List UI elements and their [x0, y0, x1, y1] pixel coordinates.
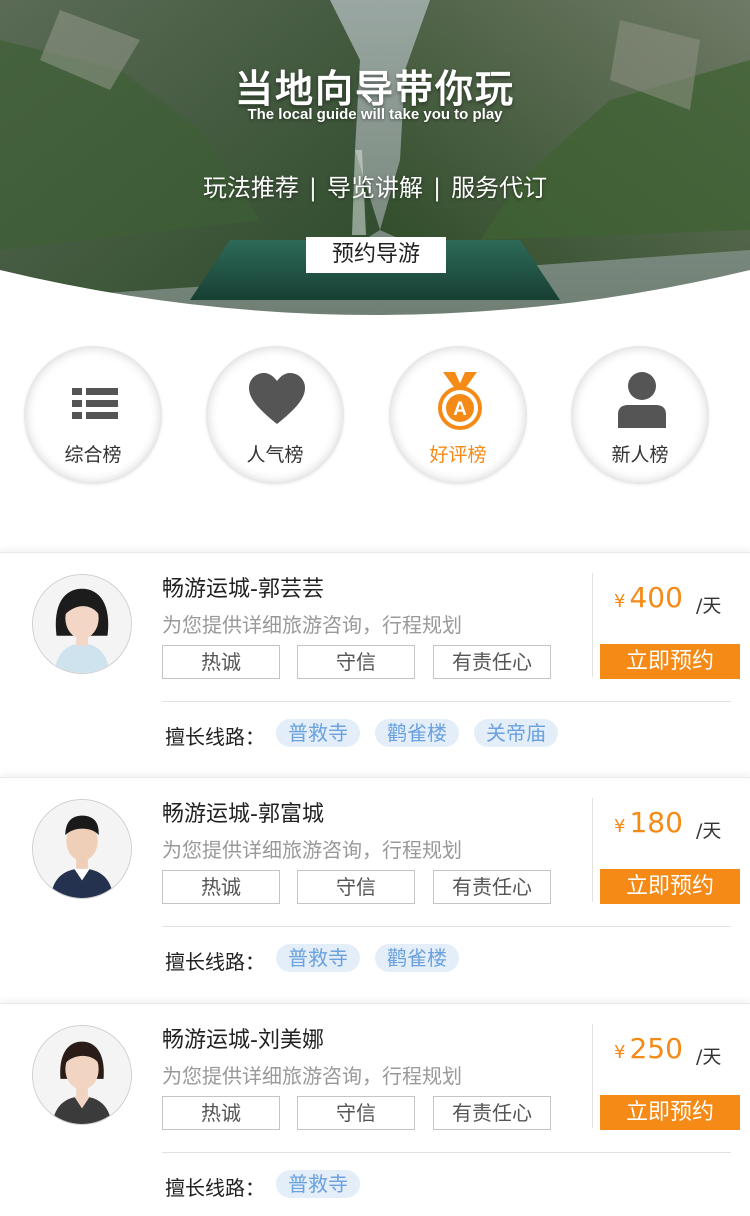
avatar [32, 574, 132, 674]
trait-tag: 守信 [297, 645, 415, 679]
feature-guide-explain: 导览讲解 [327, 174, 423, 202]
price-unit: /天 [696, 595, 722, 617]
routes-label: 擅长线路： [165, 1176, 265, 1200]
guide-name: 畅游运城-郭芸芸 [162, 577, 324, 602]
svg-text:A: A [453, 399, 467, 420]
horizontal-divider [162, 926, 731, 927]
route-tag[interactable]: 普救寺 [276, 1170, 360, 1198]
guide-description: 为您提供详细旅游咨询，行程规划 [162, 838, 462, 862]
rank-label: 新人榜 [611, 444, 669, 466]
trait-tag: 守信 [297, 1096, 415, 1130]
guide-card[interactable]: 畅游运城-刘美娜 为您提供详细旅游咨询，行程规划 热诚 守信 有责任心 ¥250… [0, 1003, 750, 1216]
rank-overall[interactable]: 综合榜 [24, 346, 162, 484]
trait-tag: 有责任心 [433, 645, 551, 679]
route-tag[interactable]: 普救寺 [276, 944, 360, 972]
trait-tag: 热诚 [162, 1096, 280, 1130]
list-icon [72, 388, 118, 419]
heart-icon [249, 373, 305, 424]
rank-label: 人气榜 [246, 444, 304, 466]
rank-label: 好评榜 [429, 444, 487, 466]
book-now-button[interactable]: 立即预约 [600, 644, 740, 679]
horizontal-divider [162, 701, 731, 702]
guide-card[interactable]: 畅游运城-郭芸芸 为您提供详细旅游咨询，行程规划 热诚 守信 有责任心 ¥400… [0, 552, 750, 766]
person-icon [618, 372, 666, 428]
price: ¥400 [614, 581, 683, 614]
feature-recommend: 玩法推荐 [202, 174, 299, 202]
currency-symbol: ¥ [614, 1042, 626, 1063]
hero-features: 玩法推荐 | 导览讲解 | 服务代订 [0, 168, 750, 203]
medal-icon: A [438, 372, 482, 430]
trait-tag: 守信 [297, 870, 415, 904]
price-amount: 250 [629, 1032, 683, 1065]
avatar [32, 799, 132, 899]
guide-name: 畅游运城-刘美娜 [162, 1028, 324, 1053]
feature-booking-service: 服务代订 [451, 174, 548, 202]
feature-separator: | [433, 174, 442, 202]
feature-separator: | [308, 174, 317, 202]
horizontal-divider [162, 1152, 731, 1153]
book-guide-button[interactable]: 预约导游 [306, 237, 446, 273]
rank-newcomer[interactable]: 新人榜 [571, 346, 709, 484]
guide-description: 为您提供详细旅游咨询，行程规划 [162, 613, 462, 637]
trait-tag: 有责任心 [433, 870, 551, 904]
currency-symbol: ¥ [614, 816, 626, 837]
book-now-button[interactable]: 立即预约 [600, 1095, 740, 1130]
guide-description: 为您提供详细旅游咨询，行程规划 [162, 1064, 462, 1088]
guide-photo [33, 800, 131, 898]
vertical-divider [592, 1024, 593, 1128]
price: ¥180 [614, 806, 683, 839]
guide-page: 当地向导带你玩 The local guide will take you to… [0, 0, 750, 1216]
trait-tag: 热诚 [162, 870, 280, 904]
ranking-tabs: 综合榜 人气榜 A 好评榜 新人榜 [0, 346, 750, 486]
avatar [32, 1025, 132, 1125]
rank-top-rated[interactable]: A 好评榜 [389, 346, 527, 484]
hero-title: 当地向导带你玩 [234, 67, 515, 111]
guide-photo [33, 575, 131, 673]
vertical-divider [592, 573, 593, 677]
book-now-button[interactable]: 立即预约 [600, 869, 740, 904]
route-tag[interactable]: 鹳雀楼 [375, 719, 459, 747]
currency-symbol: ¥ [614, 591, 626, 612]
hero-subtitle: The local guide will take you to play [247, 106, 503, 123]
route-tag[interactable]: 鹳雀楼 [375, 944, 459, 972]
price-amount: 400 [629, 581, 683, 614]
trait-tag: 热诚 [162, 645, 280, 679]
route-tag[interactable]: 普救寺 [276, 719, 360, 747]
routes-label: 擅长线路： [165, 725, 265, 749]
price-unit: /天 [696, 820, 722, 842]
rank-popular[interactable]: 人气榜 [206, 346, 344, 484]
guide-photo [33, 1026, 131, 1124]
guide-name: 畅游运城-郭富城 [162, 802, 324, 827]
guide-card[interactable]: 畅游运城-郭富城 为您提供详细旅游咨询，行程规划 热诚 守信 有责任心 ¥180… [0, 777, 750, 991]
trait-tag: 有责任心 [433, 1096, 551, 1130]
rank-label: 综合榜 [64, 444, 122, 466]
price: ¥250 [614, 1032, 683, 1065]
route-tag[interactable]: 关帝庙 [474, 719, 558, 747]
vertical-divider [592, 798, 593, 902]
price-unit: /天 [696, 1046, 722, 1068]
routes-label: 擅长线路： [165, 950, 265, 974]
hero-banner: 当地向导带你玩 The local guide will take you to… [0, 0, 750, 320]
price-amount: 180 [629, 806, 683, 839]
